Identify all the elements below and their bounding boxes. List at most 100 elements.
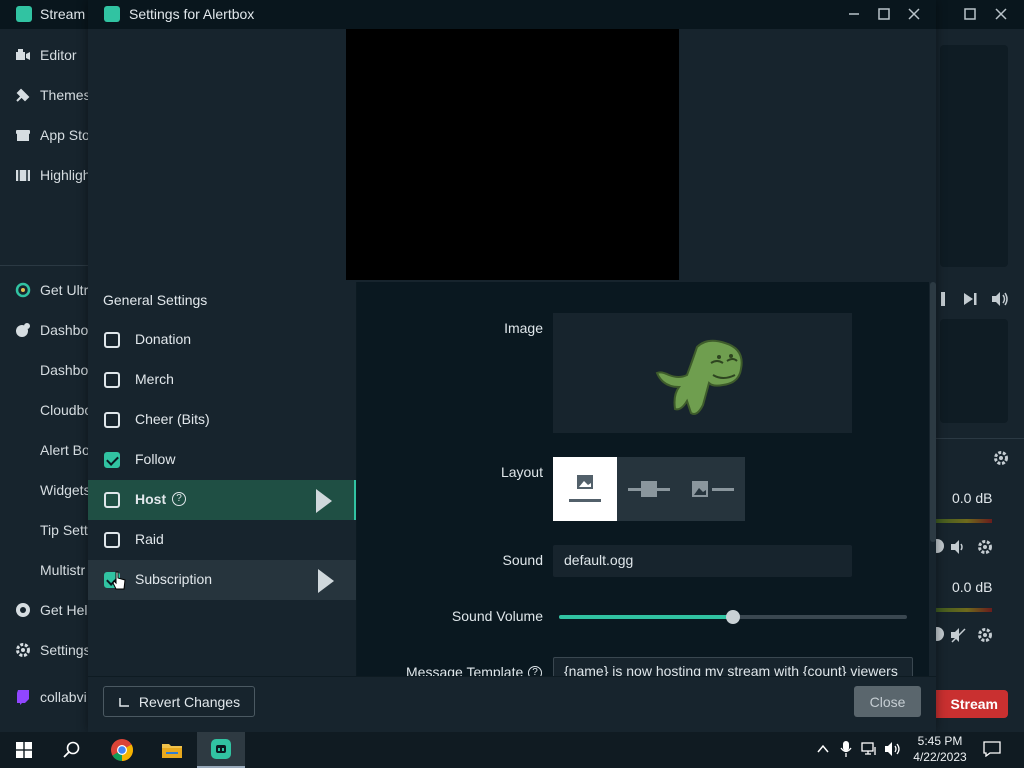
sound-file-select[interactable]: default.ogg: [553, 545, 852, 577]
mixer-gear-icon-1[interactable]: [977, 539, 993, 555]
alert-row-cheer[interactable]: Cheer (Bits): [88, 400, 356, 440]
maximize-icon[interactable]: [957, 4, 983, 24]
taskbar-clock[interactable]: 5:45 PM 4/22/2023: [912, 733, 968, 765]
help-icon: [14, 601, 32, 619]
nav-cloudbot[interactable]: Cloudbo: [40, 399, 92, 421]
nav-themes[interactable]: Themes: [14, 84, 91, 106]
alert-image-picker[interactable]: [553, 313, 852, 433]
search-icon[interactable]: [48, 732, 96, 768]
clock-time: 5:45 PM: [917, 734, 963, 748]
skip-next-icon[interactable]: [962, 291, 978, 307]
revert-changes-button[interactable]: Revert Changes: [103, 686, 255, 717]
image-label: Image: [504, 320, 543, 336]
mixer-gear-icon-2[interactable]: [977, 627, 993, 643]
follow-checkbox[interactable]: [104, 452, 120, 468]
layout-image-behind-text-option[interactable]: [617, 457, 681, 521]
nav-alert-box[interactable]: Alert Bo: [40, 439, 90, 461]
image-left-text-icon: [692, 481, 734, 497]
alertbox-settings-window: Settings for Alertbox General Settings D…: [88, 0, 936, 732]
nav-settings[interactable]: Settings: [14, 639, 91, 661]
minimize-icon[interactable]: [841, 4, 867, 24]
host-checkbox[interactable]: [104, 492, 120, 508]
footer-divider: [88, 676, 936, 677]
alert-preview: [346, 29, 679, 280]
close-icon[interactable]: [901, 4, 927, 24]
gear-icon: [14, 641, 32, 659]
general-settings-tab[interactable]: General Settings: [103, 292, 207, 308]
layout-image-left-text-option[interactable]: [681, 457, 745, 521]
nav-get-help[interactable]: Get Hel: [14, 599, 87, 621]
editor-icon: [14, 46, 32, 64]
alert-row-donation[interactable]: Donation: [88, 320, 356, 360]
layout-image-above-text-option[interactable]: [553, 457, 617, 521]
dashboard-icon: [14, 321, 32, 339]
streamlabs-taskbar-icon[interactable]: [197, 732, 245, 768]
maximize-icon[interactable]: [871, 4, 897, 24]
network-icon[interactable]: [861, 741, 879, 757]
nav-widgets[interactable]: Widgets: [40, 479, 91, 501]
mixer-meter-1: [936, 519, 992, 523]
settings-scrollbar[interactable]: [930, 282, 936, 542]
dialog-title: Settings for Alertbox: [129, 6, 255, 22]
sound-volume-label: Sound Volume: [451, 608, 543, 624]
nav-tip-settings[interactable]: Tip Sett: [40, 519, 88, 541]
mixer-divider: [936, 438, 1024, 439]
donation-checkbox[interactable]: [104, 332, 120, 348]
speaker-tray-icon[interactable]: [884, 741, 902, 757]
alert-row-follow[interactable]: Follow: [88, 440, 356, 480]
undo-icon: [119, 697, 129, 707]
twitch-icon: [14, 688, 32, 706]
mic-muted-icon[interactable]: [950, 627, 966, 643]
alert-row-merch[interactable]: Merch: [88, 360, 356, 400]
layout-label: Layout: [500, 464, 543, 480]
sidebar-divider: [0, 265, 88, 266]
background-app-title: Stream: [40, 6, 86, 22]
raid-checkbox[interactable]: [104, 532, 120, 548]
dinosaur-image-icon: [655, 339, 743, 415]
nav-get-ultra[interactable]: Get Ultr: [14, 279, 88, 301]
streamlabs-logo-icon: [104, 6, 120, 22]
nav-account[interactable]: collabvi: [14, 686, 87, 708]
nav-app-store[interactable]: App Sto: [14, 124, 90, 146]
sound-volume-handle[interactable]: [726, 610, 740, 624]
playback-bar-icon: [941, 292, 945, 306]
subscription-expand-arrow-icon[interactable]: [318, 569, 334, 593]
store-icon: [14, 126, 32, 144]
clock-date: 4/22/2023: [913, 750, 967, 764]
volume-icon[interactable]: [991, 291, 1009, 307]
tray-chevron-up-icon[interactable]: [816, 742, 830, 756]
alert-row-subscription[interactable]: Subscription: [88, 560, 356, 600]
host-expand-arrow-icon[interactable]: [316, 489, 332, 513]
nav-highlighter[interactable]: Highligh: [14, 164, 91, 186]
windows-start-icon[interactable]: [0, 732, 48, 768]
alert-row-host[interactable]: Host?: [88, 480, 356, 520]
image-behind-text-icon: [628, 481, 670, 497]
go-live-button[interactable]: Stream: [928, 690, 1008, 718]
merch-checkbox[interactable]: [104, 372, 120, 388]
chrome-icon[interactable]: [98, 732, 146, 768]
mixer-meter-2: [936, 608, 992, 612]
file-explorer-icon[interactable]: [148, 732, 196, 768]
nav-dashboard-group[interactable]: Dashbo: [14, 319, 88, 341]
close-icon[interactable]: [988, 4, 1014, 24]
layout-options: [553, 457, 745, 521]
streamlabs-logo-icon: [16, 6, 32, 22]
host-help-icon[interactable]: ?: [172, 492, 186, 506]
nav-multistream[interactable]: Multistr: [40, 559, 85, 581]
nav-dashboard[interactable]: Dashbo: [40, 359, 88, 381]
mixer-db-1: 0.0 dB: [952, 490, 993, 506]
mixer-db-2: 0.0 dB: [952, 579, 993, 595]
microphone-icon[interactable]: [840, 740, 852, 758]
nav-editor[interactable]: Editor: [14, 44, 77, 66]
themes-icon: [14, 86, 32, 104]
ultra-icon: [14, 281, 32, 299]
image-above-text-icon: [569, 475, 601, 502]
close-button[interactable]: Close: [854, 686, 921, 717]
mixer-gear-icon[interactable]: [993, 450, 1009, 466]
alert-row-raid[interactable]: Raid: [88, 520, 356, 560]
speaker-icon[interactable]: [950, 539, 966, 555]
sound-volume-fill: [559, 615, 733, 619]
background-preview-panel: [940, 45, 1008, 267]
notifications-icon[interactable]: [983, 741, 1001, 757]
cheer-checkbox[interactable]: [104, 412, 120, 428]
